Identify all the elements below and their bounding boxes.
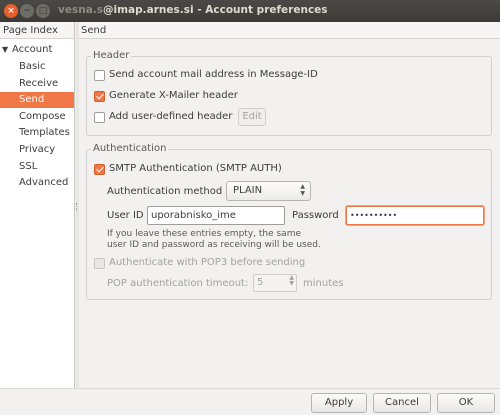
sidebar-item-privacy[interactable]: Privacy [0, 142, 74, 158]
sidebar-item-label: Send [19, 94, 45, 105]
page-title: Send [79, 22, 500, 39]
password-input[interactable]: •••••••••• [346, 206, 484, 225]
close-window-button[interactable]: × [4, 4, 18, 18]
sidebar-item-templates[interactable]: Templates [0, 125, 74, 141]
sidebar-item-label: Receive [19, 78, 59, 89]
sidebar-item-ssl[interactable]: SSL [0, 159, 74, 175]
auth-hint-line-2: user ID and password as receiving will b… [107, 240, 321, 250]
edit-header-button[interactable]: Edit [238, 108, 266, 126]
pop-timeout-unit: minutes [303, 278, 344, 289]
page-index-sidebar: Page Index ▼ Account Basic Receive Send … [0, 22, 75, 388]
x-mailer-checkbox[interactable] [94, 91, 105, 102]
spinner-updown-icon[interactable]: ▲ ▼ [289, 275, 294, 287]
window-title: vesna.s@imap.arnes.si - Account preferen… [58, 4, 328, 16]
dialog-button-bar: Apply Cancel OK [0, 388, 500, 415]
sidebar-item-account[interactable]: ▼ Account [0, 42, 74, 58]
pop-timeout-label: POP authentication timeout: [107, 278, 249, 289]
sidebar-item-send[interactable]: Send [0, 92, 74, 108]
window-title-account: vesna.s [58, 4, 104, 16]
sidebar-item-compose[interactable]: Compose [0, 109, 74, 125]
sidebar-item-basic[interactable]: Basic [0, 59, 74, 75]
user-defined-header-label[interactable]: Add user-defined header [109, 111, 232, 122]
sidebar-item-label: Basic [19, 61, 46, 72]
x-mailer-label[interactable]: Generate X-Mailer header [109, 90, 238, 101]
user-id-input[interactable]: uporabnisko_ime [147, 206, 285, 225]
sidebar-item-label: Account [12, 44, 53, 55]
send-preferences-panel: Send Header Send account mail address in… [79, 22, 500, 388]
ok-button[interactable]: OK [437, 393, 495, 413]
auth-method-select[interactable]: PLAIN ▲ ▼ [226, 181, 311, 201]
send-message-id-checkbox[interactable] [94, 70, 105, 81]
authentication-group-legend: Authentication [91, 143, 169, 154]
apply-button[interactable]: Apply [311, 393, 367, 413]
user-defined-header-checkbox[interactable] [94, 112, 105, 123]
auth-method-label: Authentication method [107, 186, 223, 197]
auth-hint-line-1: If you leave these entries empty, the sa… [107, 229, 302, 239]
sidebar-item-label: Advanced [19, 177, 69, 188]
header-group-legend: Header [91, 50, 132, 61]
user-id-label: User ID [107, 210, 144, 221]
pop3-auth-checkbox[interactable] [94, 258, 105, 269]
sidebar-item-label: Privacy [19, 144, 56, 155]
password-label: Password [292, 210, 339, 221]
send-message-id-label[interactable]: Send account mail address in Message-ID [109, 69, 318, 80]
pop3-auth-label[interactable]: Authenticate with POP3 before sending [109, 257, 305, 268]
sidebar-item-label: Compose [19, 111, 66, 122]
pop-timeout-value: 5 [257, 277, 264, 288]
window-title-text: @imap.arnes.si - Account preferences [103, 4, 328, 16]
sidebar-item-label: Templates [19, 127, 70, 138]
sidebar-item-receive[interactable]: Receive [0, 76, 74, 92]
minimize-window-button[interactable]: − [20, 4, 34, 18]
maximize-window-button[interactable]: □ [36, 4, 50, 18]
page-index-header[interactable]: Page Index [0, 22, 74, 39]
sidebar-item-advanced[interactable]: Advanced [0, 175, 74, 191]
auth-method-value: PLAIN [233, 185, 263, 196]
cancel-button[interactable]: Cancel [373, 393, 431, 413]
expander-arrow-icon[interactable]: ▼ [2, 42, 8, 58]
combo-updown-icon: ▲ ▼ [300, 183, 305, 197]
smtp-auth-label[interactable]: SMTP Authentication (SMTP AUTH) [109, 163, 282, 174]
pop-timeout-spinner[interactable]: 5 ▲ ▼ [253, 274, 297, 292]
sidebar-item-label: SSL [19, 161, 38, 172]
window-titlebar: × − □ vesna.s@imap.arnes.si - Account pr… [0, 0, 500, 22]
smtp-auth-checkbox[interactable] [94, 164, 105, 175]
